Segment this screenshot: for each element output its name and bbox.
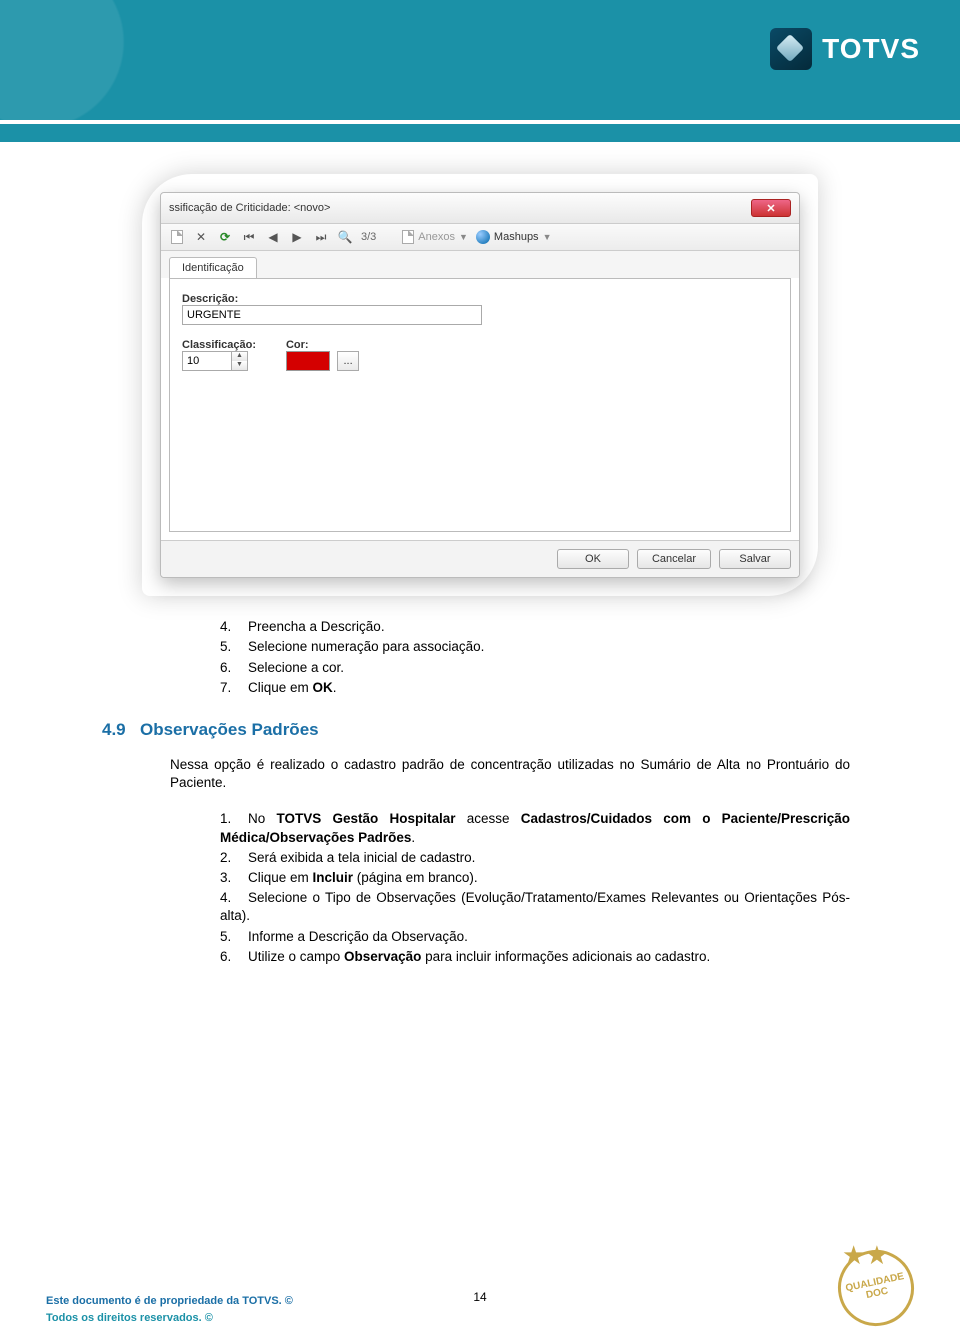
document-body: Preencha a Descrição. Selecione numeração…	[140, 618, 850, 966]
section-title: Observações Padrões	[140, 720, 319, 739]
spinner-down-icon[interactable]: ▼	[232, 361, 247, 370]
label-descricao: Descrição:	[182, 293, 778, 305]
save-button[interactable]: Salvar	[719, 549, 791, 569]
steps-list-a: Preencha a Descrição. Selecione numeração…	[140, 618, 850, 697]
first-icon[interactable]: ⏮	[241, 229, 257, 245]
list-item: 2.Será exibida a tela inicial de cadastr…	[220, 849, 850, 867]
brand-logo: TOTVS	[770, 28, 920, 70]
list-item: 1.No TOTVS Gestão Hospitalar acesse Cada…	[220, 810, 850, 846]
titlebar: ssificação de Criticidade: <novo> ✕	[161, 193, 799, 224]
search-icon[interactable]: 🔍	[337, 229, 353, 245]
label-classificacao: Classificação:	[182, 339, 256, 351]
quality-badge: ★★ QUALIDADE DOC	[824, 1246, 914, 1326]
section-heading: 4.9Observações Padrões	[102, 719, 850, 742]
chevron-down-icon: ▼	[543, 232, 552, 242]
prev-icon[interactable]: ◀	[265, 229, 281, 245]
color-picker-button[interactable]: ...	[337, 351, 359, 371]
cube-icon	[770, 28, 812, 70]
attachment-icon	[402, 230, 414, 244]
header-banner: TOTVS	[0, 0, 960, 120]
form-panel: Descrição: Classificação: ▲ ▼ Cor:	[169, 278, 791, 532]
ok-button[interactable]: OK	[557, 549, 629, 569]
dialog-window: ssificação de Criticidade: <novo> ✕ ✕ ⟳ …	[160, 192, 800, 578]
tab-row: Identificação	[161, 251, 799, 278]
window-title: ssificação de Criticidade: <novo>	[169, 202, 330, 214]
section-paragraph: Nessa opção é realizado o cadastro padrã…	[170, 756, 850, 792]
descricao-input[interactable]	[182, 305, 482, 325]
steps-list-b: 1.No TOTVS Gestão Hospitalar acesse Cada…	[140, 810, 850, 966]
delete-icon[interactable]: ✕	[193, 229, 209, 245]
list-item: Preencha a Descrição.	[220, 618, 850, 636]
last-icon[interactable]: ⏭	[313, 229, 329, 245]
list-item: 3.Clique em Incluir (página em branco).	[220, 869, 850, 887]
label-cor: Cor:	[286, 339, 359, 351]
pager-text: 3/3	[361, 231, 376, 243]
mashups-dropdown[interactable]: Mashups ▼	[476, 230, 552, 244]
refresh-icon[interactable]: ⟳	[217, 229, 233, 245]
close-icon: ✕	[766, 202, 775, 215]
classificacao-spinner[interactable]: ▲ ▼	[182, 351, 252, 371]
next-icon[interactable]: ▶	[289, 229, 305, 245]
tab-identificacao[interactable]: Identificação	[169, 257, 257, 278]
brand-name: TOTVS	[822, 33, 920, 65]
page-footer: Este documento é de propriedade da TOTVS…	[0, 1246, 960, 1326]
toolbar: ✕ ⟳ ⏮ ◀ ▶ ⏭ 🔍 3/3 Anexos ▼ Mashups ▼	[161, 224, 799, 251]
anexos-dropdown[interactable]: Anexos ▼	[402, 230, 468, 244]
list-item: 6.Utilize o campo Observação para inclui…	[220, 948, 850, 966]
button-row: OK Cancelar Salvar	[161, 540, 799, 577]
spinner-up-icon[interactable]: ▲	[232, 352, 247, 361]
new-icon[interactable]	[169, 229, 185, 245]
list-item: Selecione a cor.	[220, 659, 850, 677]
banner-strip	[0, 124, 960, 142]
globe-icon	[476, 230, 490, 244]
cancel-button[interactable]: Cancelar	[637, 549, 711, 569]
screenshot-frame: ssificação de Criticidade: <novo> ✕ ✕ ⟳ …	[160, 192, 800, 578]
list-item: 4.Selecione o Tipo de Observações (Evolu…	[220, 889, 850, 925]
color-swatch	[286, 351, 330, 371]
classificacao-input[interactable]	[182, 351, 232, 371]
list-item: Selecione numeração para associação.	[220, 638, 850, 656]
section-number: 4.9	[102, 719, 140, 742]
footer-copyright: Este documento é de propriedade da TOTVS…	[46, 1293, 293, 1326]
list-item: 5.Informe a Descrição da Observação.	[220, 928, 850, 946]
close-button[interactable]: ✕	[751, 199, 791, 217]
list-item: Clique em OK.	[220, 679, 850, 697]
chevron-down-icon: ▼	[459, 232, 468, 242]
